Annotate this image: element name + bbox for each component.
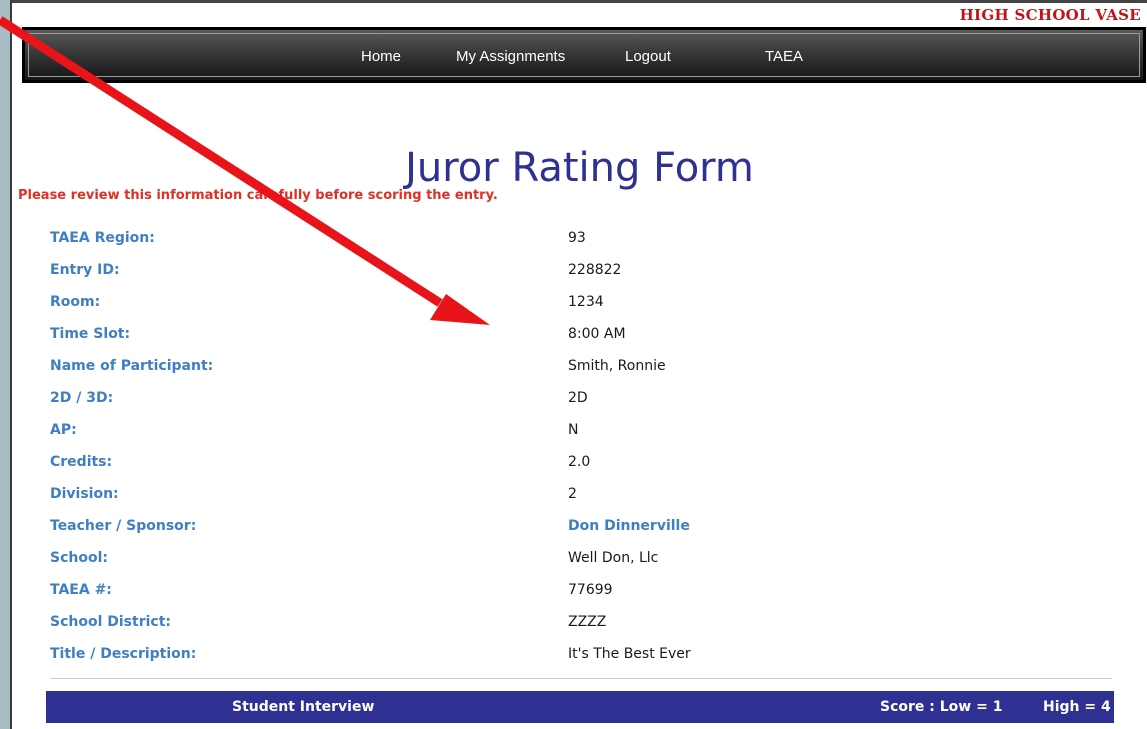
value-ap: N <box>568 422 579 438</box>
nav-home[interactable]: Home <box>361 48 401 65</box>
score-high-label: High = 4 <box>1043 699 1111 715</box>
value-2d-3d: 2D <box>568 390 588 406</box>
label-school-district: School District: <box>50 614 171 630</box>
label-taea-number: TAEA #: <box>50 582 112 598</box>
label-taea-region: TAEA Region: <box>50 230 155 246</box>
label-entry-id: Entry ID: <box>50 262 120 278</box>
label-ap: AP: <box>50 422 77 438</box>
label-division: Division: <box>50 486 119 502</box>
section-divider <box>50 678 1112 679</box>
value-entry-id: 228822 <box>568 262 622 278</box>
value-credits: 2.0 <box>568 454 591 470</box>
value-taea-region: 93 <box>568 230 586 246</box>
top-strip <box>12 0 1147 3</box>
value-time-slot: 8:00 AM <box>568 326 626 342</box>
value-room: 1234 <box>568 294 604 310</box>
value-school-district: ZZZZ <box>568 614 607 630</box>
value-division: 2 <box>568 486 577 502</box>
label-participant-name: Name of Participant: <box>50 358 214 374</box>
nav-logout[interactable]: Logout <box>625 48 671 65</box>
value-participant-name: Smith, Ronnie <box>568 358 666 374</box>
label-credits: Credits: <box>50 454 113 470</box>
page-title: Juror Rating Form <box>405 144 754 191</box>
student-interview-header: Student Interview Score : Low = 1 High =… <box>46 691 1114 723</box>
value-taea-number: 77699 <box>568 582 613 598</box>
label-time-slot: Time Slot: <box>50 326 131 342</box>
nav-bar-inner-border <box>28 33 1140 77</box>
label-room: Room: <box>50 294 101 310</box>
value-school: Well Don, Llc <box>568 550 659 566</box>
review-notice: Please review this information carefully… <box>18 188 498 203</box>
label-title-description: Title / Description: <box>50 646 197 662</box>
teacher-sponsor-link[interactable]: Don Dinnerville <box>568 518 690 534</box>
label-2d-3d: 2D / 3D: <box>50 390 114 406</box>
label-teacher-sponsor: Teacher / Sponsor: <box>50 518 197 534</box>
nav-taea[interactable]: TAEA <box>765 48 803 65</box>
value-title-description: It's The Best Ever <box>568 646 691 662</box>
nav-my-assignments[interactable]: My Assignments <box>456 48 565 65</box>
page-frame: HIGH SCHOOL VASE Home My Assignments Log… <box>10 0 1147 729</box>
score-low-label: Score : Low = 1 <box>880 699 1003 715</box>
label-school: School: <box>50 550 108 566</box>
brand-title: HIGH SCHOOL VASE <box>959 6 1141 24</box>
nav-bar: Home My Assignments Logout TAEA <box>22 27 1146 83</box>
section-title: Student Interview <box>232 699 375 715</box>
